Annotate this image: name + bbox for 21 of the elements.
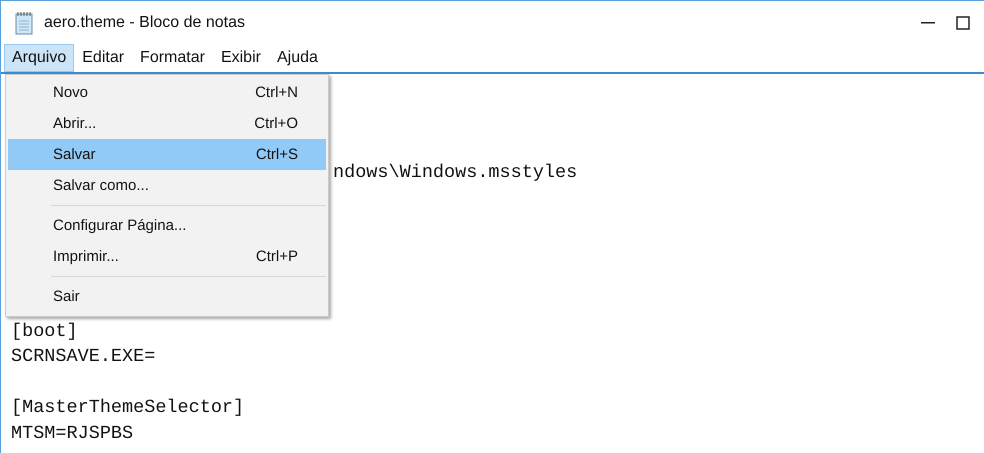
- menu-item[interactable]: Abrir... Ctrl+O: [8, 108, 326, 139]
- menu-item[interactable]: Sair: [8, 281, 326, 312]
- menu-bar-item[interactable]: Exibir: [212, 44, 269, 72]
- text-line: SCRNSAVE.EXE=: [11, 345, 156, 369]
- text-line: MTSM=RJSPBS: [11, 422, 134, 446]
- menu-item[interactable]: Imprimir... Ctrl+P: [8, 241, 326, 272]
- menu-item[interactable]: Novo Ctrl+N: [8, 77, 326, 108]
- maximize-icon: [956, 16, 970, 30]
- menu-item[interactable]: Salvar como...: [8, 170, 326, 201]
- menu-item[interactable]: Configurar Página...: [8, 210, 326, 241]
- text-line: ndows\Windows.msstyles: [333, 161, 578, 185]
- window-title: aero.theme - Bloco de notas: [44, 14, 246, 32]
- menu-bar-item[interactable]: Editar: [74, 44, 132, 72]
- notepad-icon: [14, 10, 34, 34]
- text-line: [MasterThemeSelector]: [11, 396, 244, 420]
- menu-bar-item[interactable]: Formatar: [132, 44, 213, 72]
- menu-bar-item[interactable]: Arquivo: [4, 44, 74, 72]
- menu-bar-item[interactable]: Ajuda: [268, 44, 326, 72]
- menu-item[interactable]: Salvar Ctrl+S: [8, 139, 326, 170]
- text-line: [boot]: [11, 320, 78, 344]
- minimize-icon: [921, 22, 935, 24]
